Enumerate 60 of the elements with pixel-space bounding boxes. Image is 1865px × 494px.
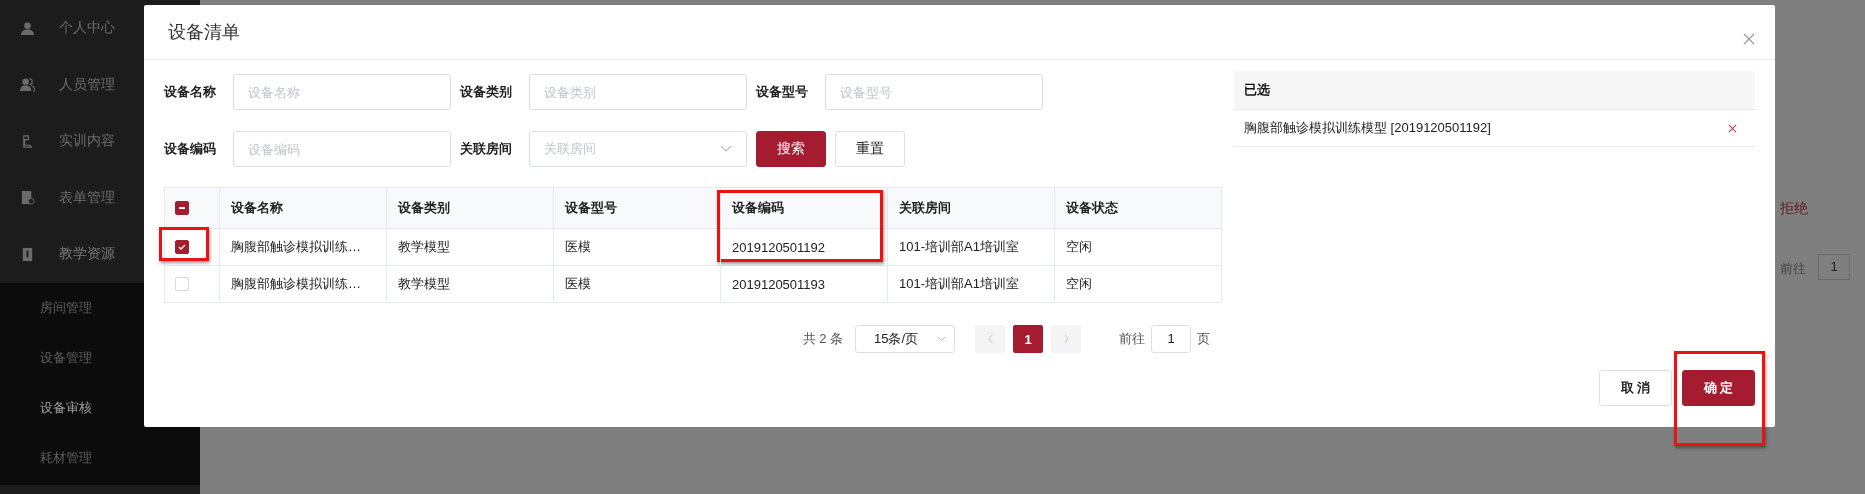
- filter-label: 设备型号: [756, 83, 809, 101]
- row-checkbox[interactable]: [175, 240, 189, 254]
- checkmark-icon: [177, 242, 187, 252]
- page-size-select[interactable]: 15条/页: [855, 325, 955, 353]
- selected-header: 已选: [1234, 71, 1755, 110]
- people-icon: [20, 77, 35, 93]
- remove-icon[interactable]: [1728, 123, 1737, 133]
- close-icon[interactable]: [1743, 33, 1755, 45]
- page-number[interactable]: 1: [1013, 325, 1043, 353]
- form-icon: [20, 190, 35, 206]
- table-cell: 空闲: [1054, 229, 1221, 265]
- column-header: 关联房间: [887, 188, 1054, 228]
- table-cell: 教学模型: [386, 229, 553, 265]
- filter-input[interactable]: 设备类别: [529, 74, 747, 110]
- page-input[interactable]: 1: [1818, 254, 1850, 280]
- submenu-item[interactable]: 耗材管理: [0, 432, 200, 483]
- column-header: 设备类别: [386, 188, 553, 228]
- total-count: 共 2 条: [802, 330, 843, 348]
- document-icon: [20, 133, 35, 149]
- chevron-right-icon: [1062, 334, 1070, 344]
- confirm-button[interactable]: 确 定: [1682, 370, 1755, 406]
- chevron-down-icon: [937, 336, 946, 342]
- cancel-button[interactable]: 取 消: [1599, 370, 1672, 406]
- table-cell: 2019120501193: [720, 266, 887, 302]
- filter-label: 关联房间: [460, 140, 513, 158]
- chevron-down-icon: [720, 145, 732, 153]
- select-all-checkbox[interactable]: [175, 201, 189, 215]
- table-cell: 胸腹部触诊模拟训练…: [219, 266, 386, 302]
- book-icon: [20, 246, 35, 262]
- goto-label: 前往: [1119, 330, 1145, 348]
- goto-label: 前往: [1780, 260, 1806, 278]
- filter-input[interactable]: 设备名称: [233, 74, 451, 110]
- selected-item: 胸腹部触诊模拟训练模型 [2019120501192]: [1244, 119, 1491, 137]
- table-cell: 医模: [553, 266, 720, 302]
- table-cell: 胸腹部触诊模拟训练…: [219, 229, 386, 265]
- page-input[interactable]: 1: [1151, 325, 1191, 353]
- table-cell: 101-培训部A1培训室: [887, 266, 1054, 302]
- search-button[interactable]: 搜索: [756, 131, 826, 167]
- dialog-title: 设备清单: [168, 21, 240, 44]
- table-cell: 空闲: [1054, 266, 1221, 302]
- table-cell: 教学模型: [386, 266, 553, 302]
- person-icon: [20, 20, 35, 36]
- column-header: 设备状态: [1054, 188, 1221, 228]
- column-header: 设备名称: [219, 188, 386, 228]
- filter-label: 设备编码: [164, 140, 217, 158]
- page-suffix: 页: [1197, 330, 1210, 348]
- filter-label: 设备类别: [460, 83, 513, 101]
- table-cell: 医模: [553, 229, 720, 265]
- filter-input[interactable]: 设备编码: [233, 131, 451, 167]
- filter-input[interactable]: 设备型号: [825, 74, 1043, 110]
- column-header: 设备型号: [553, 188, 720, 228]
- table-cell: 101-培训部A1培训室: [887, 229, 1054, 265]
- sidebar-item[interactable]: 教学资源: [0, 226, 200, 283]
- table-cell: 2019120501192: [720, 229, 887, 265]
- chevron-left-icon: [986, 334, 994, 344]
- filter-label: 设备名称: [164, 83, 217, 101]
- reject-link[interactable]: 拒绝: [1780, 200, 1808, 218]
- column-header: 设备编码: [720, 188, 887, 228]
- reset-button[interactable]: 重置: [835, 131, 905, 167]
- sidebar-item[interactable]: 表单管理: [0, 169, 200, 226]
